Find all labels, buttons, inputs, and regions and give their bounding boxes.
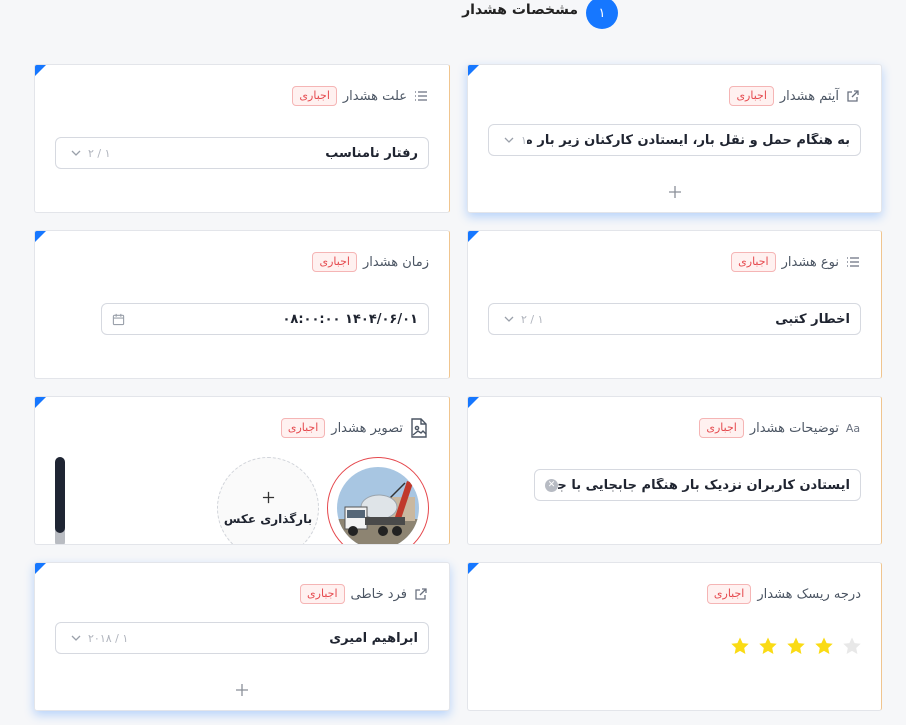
chevron-down-icon bbox=[71, 150, 81, 156]
plus-icon bbox=[262, 491, 274, 503]
alarm-image-card: تصویر هشدار اجباری بارگذاری عکس bbox=[34, 396, 450, 545]
external-link-icon[interactable] bbox=[413, 586, 429, 602]
step-title: مشخصات هشدار bbox=[462, 2, 578, 18]
alarm-type-select[interactable]: اخطار کتبی ۱ / ۲ bbox=[488, 303, 861, 335]
list-icon bbox=[413, 88, 429, 104]
text-icon: Aa bbox=[845, 421, 861, 435]
alarm-type-value: اخطار کتبی bbox=[775, 311, 850, 327]
corner-marker bbox=[468, 563, 479, 574]
alarm-item-card: آیتم هشدار اجباری به هنگام حمل و نقل بار… bbox=[467, 64, 882, 213]
alarm-time-card: زمان هشدار اجباری ۱۴۰۴/۰۶/۰۱ ۰۸:۰۰:۰۰ bbox=[34, 230, 450, 379]
crane-truck-image bbox=[337, 467, 419, 544]
corner-marker bbox=[35, 563, 46, 574]
required-badge: اجباری bbox=[699, 418, 744, 438]
alarm-item-select[interactable]: به هنگام حمل و نقل بار، ایستادن کارکنان … bbox=[488, 124, 861, 156]
alarm-item-value: به هنگام حمل و نقل بار، ایستادن کارکنان … bbox=[527, 132, 850, 148]
star-icon[interactable] bbox=[730, 636, 750, 656]
star-icon[interactable] bbox=[758, 636, 778, 656]
corner-marker bbox=[35, 397, 46, 408]
list-icon bbox=[845, 254, 861, 270]
uploaded-photo[interactable] bbox=[327, 457, 429, 544]
step-indicator: ۱ مشخصات هشدار bbox=[462, 0, 620, 29]
corner-marker bbox=[468, 65, 479, 76]
selection-count: ۱ / ۲۰۱۸ bbox=[88, 631, 129, 645]
required-badge: اجباری bbox=[731, 252, 776, 272]
alarm-item-label: آیتم هشدار bbox=[779, 88, 839, 104]
upload-photo-label: بارگذاری عکس bbox=[223, 511, 313, 526]
step-number: ۱ bbox=[586, 0, 618, 29]
offending-person-value: ابراهیم امیری bbox=[329, 630, 418, 646]
offending-person-select[interactable]: ابراهیم امیری ۱ / ۲۰۱۸ bbox=[55, 622, 429, 654]
selection-count: ۱ / ۲ bbox=[88, 146, 111, 160]
alarm-type-card: نوع هشدار اجباری اخطار کتبی ۱ / ۲ bbox=[467, 230, 882, 379]
chevron-down-icon bbox=[504, 137, 514, 143]
required-badge: اجباری bbox=[312, 252, 357, 272]
corner-marker bbox=[35, 65, 46, 76]
alarm-cause-label: علت هشدار bbox=[342, 88, 407, 104]
chevron-down-icon bbox=[71, 635, 81, 641]
required-badge: اجباری bbox=[280, 418, 326, 438]
risk-rating-card: درجه ریسک هشدار اجباری bbox=[467, 562, 882, 711]
calendar-icon bbox=[112, 313, 125, 325]
scrollbar[interactable] bbox=[55, 457, 65, 544]
alarm-image-label: تصویر هشدار bbox=[331, 420, 403, 436]
alarm-description-input[interactable]: ایستادن کاربران نزدیک بار هنگام جابجایی … bbox=[534, 469, 861, 501]
selection-count: ۱ / ۲ bbox=[521, 312, 544, 326]
alarm-time-label: زمان هشدار bbox=[362, 254, 429, 270]
clear-icon[interactable]: ✕ bbox=[545, 478, 558, 492]
star-icon[interactable] bbox=[786, 636, 806, 656]
alarm-description-value: ایستادن کاربران نزدیک بار هنگام جابجایی … bbox=[558, 477, 850, 493]
alarm-cause-card: علت هشدار اجباری رفتار نامناسب ۱ / ۲ bbox=[34, 64, 450, 213]
star-icon[interactable] bbox=[814, 636, 834, 656]
required-badge: اجباری bbox=[729, 86, 774, 106]
alarm-time-picker[interactable]: ۱۴۰۴/۰۶/۰۱ ۰۸:۰۰:۰۰ bbox=[101, 303, 429, 335]
required-badge: اجباری bbox=[292, 86, 337, 106]
image-file-icon bbox=[409, 418, 429, 438]
corner-marker bbox=[35, 231, 46, 242]
risk-rating-label: درجه ریسک هشدار bbox=[757, 586, 861, 602]
alarm-description-label: توضیحات هشدار bbox=[749, 420, 839, 436]
star-rating[interactable] bbox=[730, 636, 862, 656]
star-icon[interactable] bbox=[842, 636, 862, 656]
required-badge: اجباری bbox=[706, 584, 752, 604]
scrollbar-thumb[interactable] bbox=[55, 457, 65, 533]
offending-person-card: فرد خاطی اجباری ابراهیم امیری ۱ / ۲۰۱۸ bbox=[34, 562, 450, 711]
alarm-cause-value: رفتار نامناسب bbox=[325, 145, 418, 161]
upload-photo-button[interactable]: بارگذاری عکس bbox=[217, 457, 319, 544]
offending-person-label: فرد خاطی bbox=[350, 586, 408, 602]
chevron-down-icon bbox=[504, 316, 514, 322]
alarm-type-label: نوع هشدار bbox=[781, 254, 839, 270]
alarm-cause-select[interactable]: رفتار نامناسب ۱ / ۲ bbox=[55, 137, 429, 169]
required-badge: اجباری bbox=[300, 584, 345, 604]
add-person-plus-icon[interactable] bbox=[235, 683, 249, 697]
add-item-plus-icon[interactable] bbox=[668, 185, 682, 199]
corner-marker bbox=[468, 231, 479, 242]
external-link-icon[interactable] bbox=[845, 88, 861, 104]
selection-count: ۱ bbox=[521, 133, 527, 147]
alarm-time-value: ۱۴۰۴/۰۶/۰۱ ۰۸:۰۰:۰۰ bbox=[282, 311, 418, 327]
alarm-description-card: Aa توضیحات هشدار اجباری ایستادن کاربران … bbox=[467, 396, 882, 545]
corner-marker bbox=[468, 397, 479, 408]
